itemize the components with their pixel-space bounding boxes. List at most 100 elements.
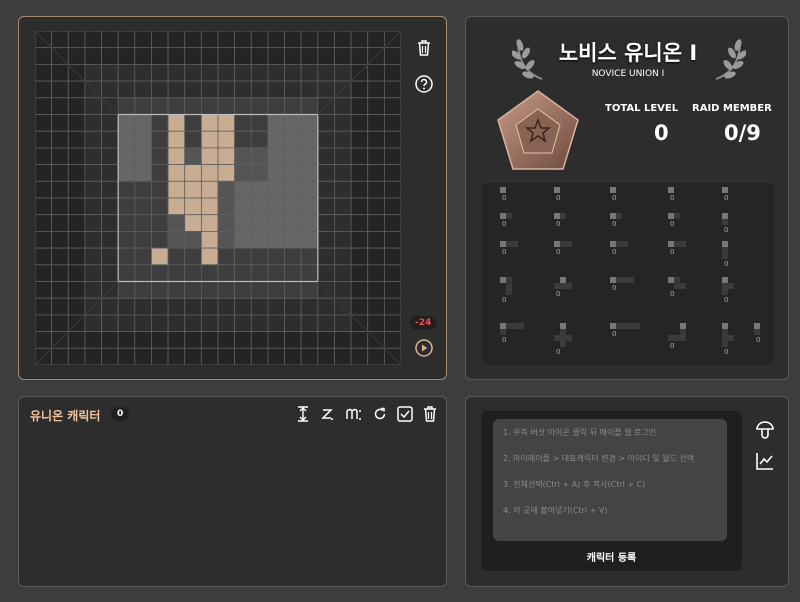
board-cell[interactable]: [317, 314, 335, 332]
board-cell[interactable]: [151, 130, 169, 149]
board-cell[interactable]: [117, 314, 136, 332]
board-cell[interactable]: [151, 281, 169, 299]
board-cell[interactable]: [234, 31, 252, 49]
board-cell[interactable]: [84, 180, 102, 199]
board-cell[interactable]: [84, 97, 102, 115]
board-cell[interactable]: [383, 164, 401, 182]
board-cell[interactable]: [300, 47, 319, 65]
board-cell[interactable]: [167, 347, 186, 365]
board-cell[interactable]: [134, 31, 152, 49]
board-cell[interactable]: [234, 314, 252, 332]
board-cell[interactable]: [334, 230, 352, 249]
board-cell[interactable]: [134, 97, 152, 115]
board-cell[interactable]: [51, 164, 69, 182]
board-cell[interactable]: [300, 214, 319, 232]
select-all-checkbox-icon[interactable]: [396, 405, 414, 423]
board-cell[interactable]: [51, 281, 69, 299]
board-cell[interactable]: [167, 114, 186, 132]
board-cell[interactable]: [267, 31, 285, 49]
board-cell[interactable]: [134, 247, 152, 266]
board-cell[interactable]: [35, 214, 53, 232]
clear-board-trash-icon[interactable]: [413, 37, 435, 59]
board-cell[interactable]: [367, 297, 385, 316]
board-cell[interactable]: [117, 180, 136, 199]
board-cell[interactable]: [234, 297, 252, 316]
board-cell[interactable]: [200, 180, 219, 199]
board-cell[interactable]: [217, 31, 236, 49]
board-cell[interactable]: [134, 80, 152, 99]
board-cell[interactable]: [317, 347, 335, 365]
board-cell[interactable]: [284, 180, 302, 199]
board-cell[interactable]: [367, 31, 385, 49]
board-cell[interactable]: [134, 114, 152, 132]
board-cell[interactable]: [217, 214, 236, 232]
board-cell[interactable]: [167, 230, 186, 249]
board-cell[interactable]: [267, 197, 285, 216]
board-cell[interactable]: [334, 97, 352, 115]
board-cell[interactable]: [67, 130, 86, 149]
board-cell[interactable]: [284, 47, 302, 65]
board-cell[interactable]: [350, 331, 369, 349]
board-cell[interactable]: [317, 230, 335, 249]
character-paste-textarea[interactable]: 1. 우측 버섯 아이콘 클릭 뒤 메이플 웹 로그인 2. 마이메이플 > 대…: [493, 419, 727, 541]
board-cell[interactable]: [184, 64, 202, 82]
board-cell[interactable]: [151, 97, 169, 115]
board-cell[interactable]: [234, 230, 252, 249]
board-cell[interactable]: [267, 297, 285, 316]
maple-m-icon[interactable]: [345, 405, 363, 423]
board-cell[interactable]: [217, 264, 236, 282]
board-cell[interactable]: [217, 297, 236, 316]
board-cell[interactable]: [367, 230, 385, 249]
board-cell[interactable]: [117, 297, 136, 316]
board-cell[interactable]: [234, 180, 252, 199]
board-cell[interactable]: [350, 214, 369, 232]
board-cell[interactable]: [300, 164, 319, 182]
board-cell[interactable]: [200, 264, 219, 282]
register-character-button[interactable]: 캐릭터 등록: [481, 549, 742, 571]
board-cell[interactable]: [167, 31, 186, 49]
board-cell[interactable]: [51, 297, 69, 316]
board-cell[interactable]: [300, 97, 319, 115]
board-cell[interactable]: [250, 97, 269, 115]
board-cell[interactable]: [300, 31, 319, 49]
board-cell[interactable]: [217, 80, 236, 99]
board-cell[interactable]: [101, 314, 119, 332]
board-cell[interactable]: [383, 130, 401, 149]
line-chart-icon[interactable]: [755, 451, 775, 475]
board-cell[interactable]: [200, 164, 219, 182]
board-cell[interactable]: [67, 80, 86, 99]
board-cell[interactable]: [200, 47, 219, 65]
board-cell[interactable]: [284, 247, 302, 266]
board-cell[interactable]: [367, 180, 385, 199]
board-cell[interactable]: [300, 347, 319, 365]
board-cell[interactable]: [35, 47, 53, 65]
board-cell[interactable]: [101, 230, 119, 249]
board-cell[interactable]: [250, 314, 269, 332]
board-cell[interactable]: [200, 297, 219, 316]
board-cell[interactable]: [51, 214, 69, 232]
board-cell[interactable]: [250, 331, 269, 349]
board-cell[interactable]: [84, 230, 102, 249]
board-cell[interactable]: [234, 264, 252, 282]
board-cell[interactable]: [334, 314, 352, 332]
board-cell[interactable]: [200, 64, 219, 82]
board-cell[interactable]: [134, 331, 152, 349]
board-cell[interactable]: [35, 247, 53, 266]
board-cell[interactable]: [184, 197, 202, 216]
board-cell[interactable]: [184, 47, 202, 65]
board-cell[interactable]: [234, 80, 252, 99]
board-cell[interactable]: [35, 180, 53, 199]
board-cell[interactable]: [35, 147, 53, 166]
board-cell[interactable]: [101, 147, 119, 166]
board-cell[interactable]: [234, 97, 252, 115]
board-cell[interactable]: [51, 80, 69, 99]
board-cell[interactable]: [67, 331, 86, 349]
board-cell[interactable]: [383, 147, 401, 166]
board-cell[interactable]: [383, 264, 401, 282]
board-cell[interactable]: [200, 331, 219, 349]
board-cell[interactable]: [350, 264, 369, 282]
board-cell[interactable]: [250, 164, 269, 182]
board-cell[interactable]: [167, 314, 186, 332]
board-cell[interactable]: [267, 331, 285, 349]
board-cell[interactable]: [101, 47, 119, 65]
